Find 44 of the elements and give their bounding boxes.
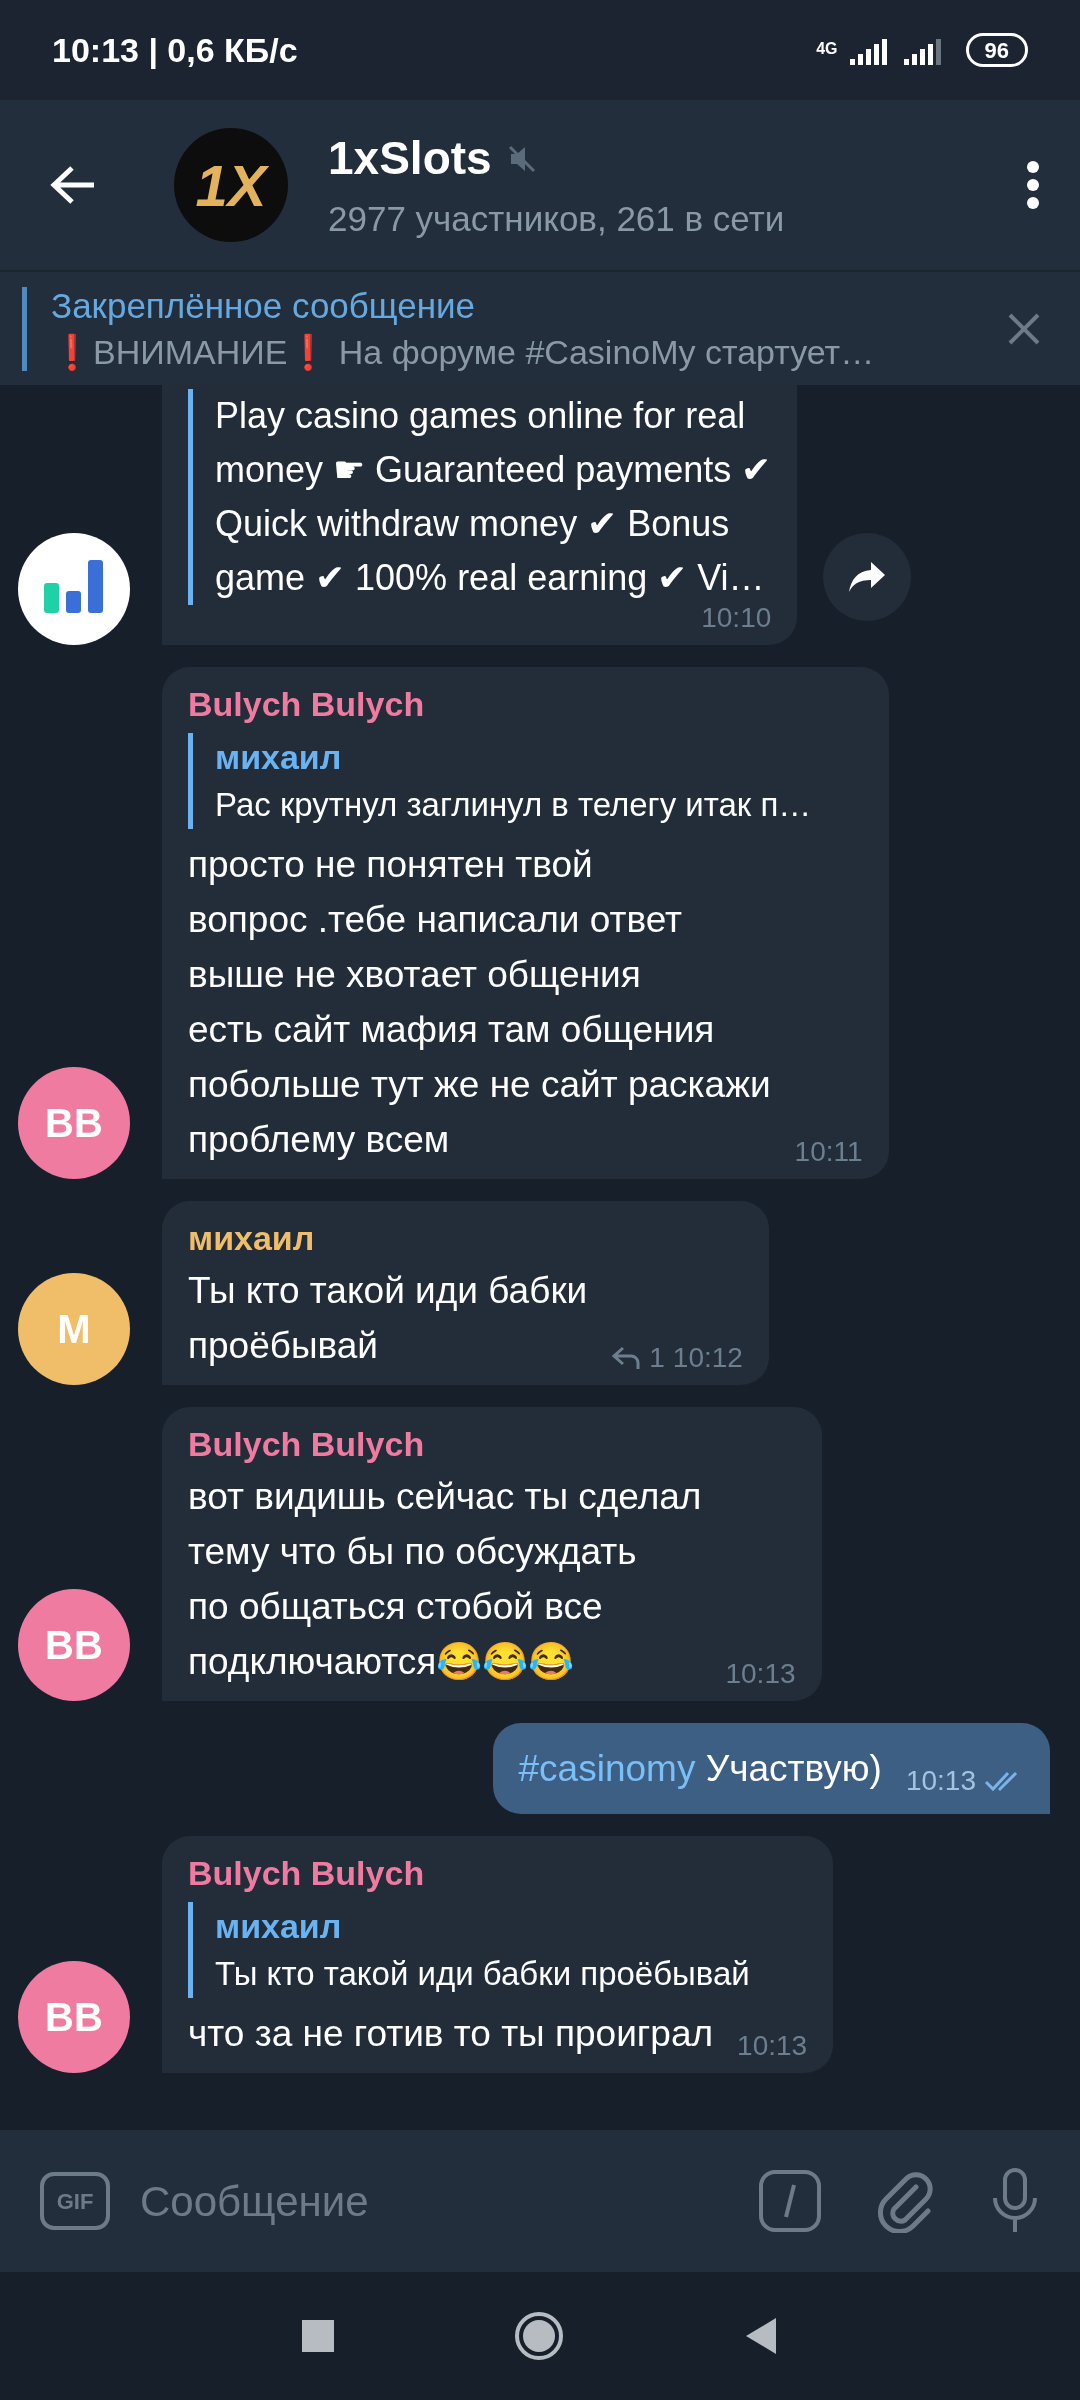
message-time: 10:13: [905, 1764, 976, 1798]
hashtag-link[interactable]: #casinomy: [518, 1748, 696, 1789]
status-time: 10:13 | 0,6 КБ/с: [52, 29, 298, 71]
back-button-icon[interactable]: [744, 2317, 778, 2355]
message-time: 10:12: [672, 1341, 743, 1375]
message-time: 10:13: [737, 2029, 808, 2063]
reply-count: 1: [649, 1341, 665, 1375]
channel-avatar[interactable]: 1X: [174, 128, 288, 242]
message-text: вот видишь сейчас ты сделал тему что бы по обсуждать по общаться стобой все подключаются😂😂😂: [188, 1475, 702, 1684]
back-arrow-icon[interactable]: [50, 165, 96, 205]
reply-author: михаил: [215, 1906, 343, 1947]
message-input[interactable]: Сообщение: [140, 2169, 728, 2233]
chat-title[interactable]: 1xSlots: [328, 124, 492, 194]
message-time: 10:13: [725, 1657, 796, 1691]
paperclip-icon[interactable]: [876, 2169, 936, 2233]
slash-command-icon[interactable]: [758, 2169, 822, 2233]
message-text: просто не понятен твой вопрос .тебе написали ответ выше не хвотает общения есть сайт мафия там общения побольше тут же не сайт раскажи проблему всем: [188, 843, 771, 1162]
more-options-icon[interactable]: [1026, 160, 1040, 210]
member-count: 2977 участников, 261 в сети: [328, 198, 786, 241]
sender-name[interactable]: Bulych Bulych: [188, 679, 863, 729]
network-type: 4G: [816, 39, 838, 59]
message-text: #casinomy Участвую): [518, 1747, 882, 1791]
sender-name[interactable]: Bulych Bulych: [188, 1848, 808, 1898]
pinned-message-bar[interactable]: Закреплённое сообщение ❗ВНИМАНИЕ❗ На форуме #CasinoMy стартует…: [0, 270, 1080, 385]
close-icon[interactable]: [1008, 312, 1040, 345]
reply-quote[interactable]: михаил Ты кто такой иди бабки проёбывай: [188, 1902, 808, 1998]
battery-level: 96: [965, 33, 1028, 67]
pinned-title: Закреплённое сообщение: [51, 284, 477, 327]
reply-author: михаил: [215, 737, 343, 778]
home-button-icon[interactable]: [514, 2311, 564, 2361]
sender-name[interactable]: Bulych Bulych: [188, 1419, 796, 1469]
microphone-icon[interactable]: [990, 2168, 1040, 2234]
message-time: 10:11: [794, 1135, 863, 1169]
message-text: что за не готив то ты проиграл: [188, 2012, 714, 2056]
sender-name[interactable]: михаил: [188, 1213, 743, 1263]
reply-quote[interactable]: михаил Рас крутнул заглинул в телегу итак п…: [188, 733, 863, 829]
reply-text: Рас крутнул заглинул в телегу итак п…: [215, 785, 813, 825]
reply-text: Ты кто такой иди бабки проёбывай: [215, 1954, 751, 1994]
pinned-text: ❗ВНИМАНИЕ❗ На форуме #CasinoMy стартует…: [51, 331, 876, 373]
message-text: Ты кто такой иди бабки проёбывай: [188, 1269, 588, 1368]
chart-avatar-icon[interactable]: [18, 533, 130, 645]
gif-button[interactable]: GIF: [40, 2172, 110, 2230]
reply-icon: [611, 1345, 642, 1371]
logo-text: 1X: [195, 151, 267, 220]
